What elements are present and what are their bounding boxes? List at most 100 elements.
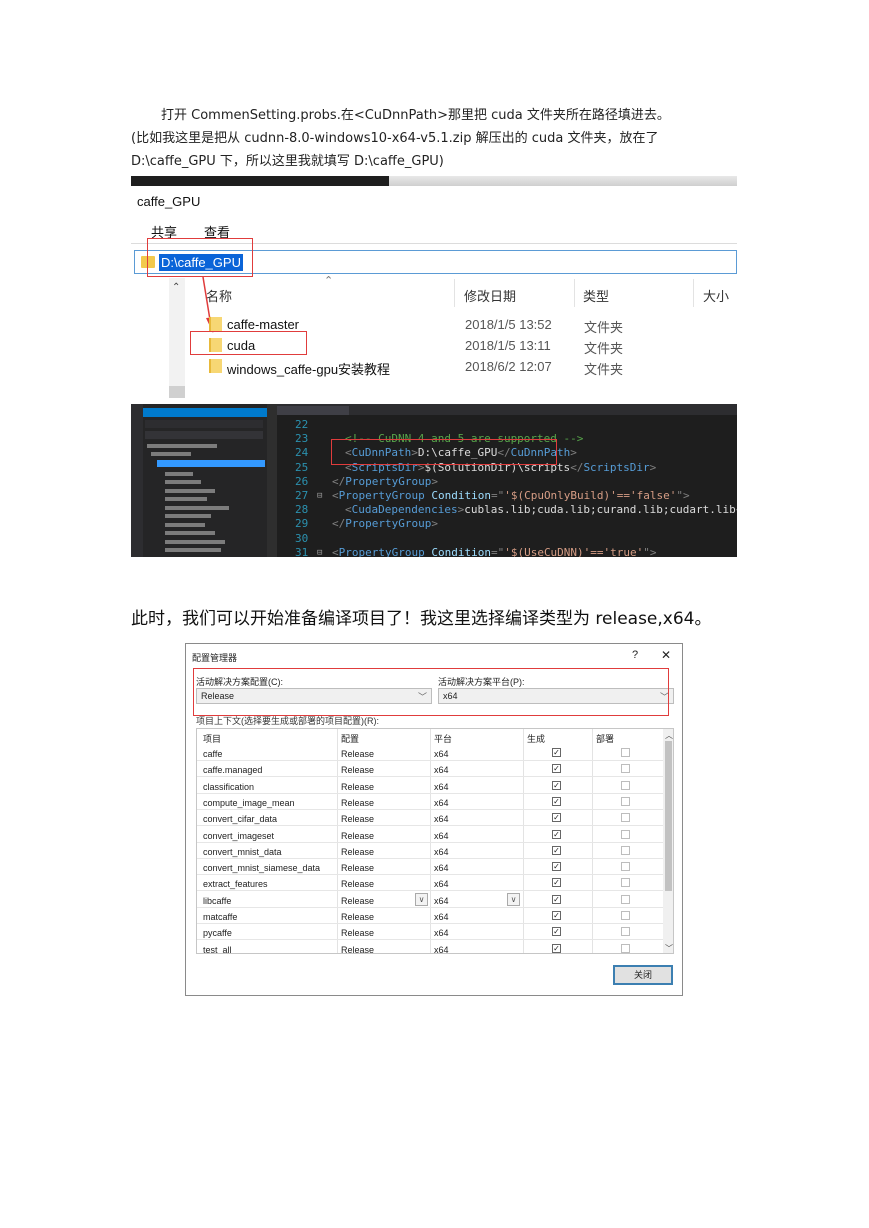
project-config[interactable]: Release xyxy=(341,798,374,808)
column-size[interactable]: 大小 xyxy=(703,286,729,305)
solution-explorer-tab[interactable] xyxy=(143,408,267,417)
project-platform[interactable]: x64 xyxy=(434,912,449,922)
build-checkbox[interactable]: ✓ xyxy=(552,927,561,937)
deploy-checkbox[interactable] xyxy=(621,764,630,774)
build-checkbox[interactable]: ✓ xyxy=(552,780,561,790)
project-row[interactable]: matcaffe Release x64 ✓ xyxy=(197,908,663,924)
project-platform[interactable]: x64 xyxy=(434,847,449,857)
tree-item[interactable] xyxy=(165,540,225,544)
chevron-down-icon[interactable]: ∨ xyxy=(415,892,428,906)
project-config[interactable]: Release xyxy=(341,765,374,775)
project-platform[interactable]: x64 xyxy=(434,863,449,873)
column-type[interactable]: 类型 xyxy=(583,286,609,305)
project-config[interactable]: Release xyxy=(341,831,374,841)
scroll-down-icon[interactable]: ﹀ xyxy=(665,943,673,953)
code-line[interactable]: <CudaDependencies>cublas.lib;cuda.lib;cu… xyxy=(345,503,737,516)
project-config[interactable]: Release xyxy=(341,928,374,938)
grid-scrollbar[interactable]: ︿ ﹀ xyxy=(663,729,673,953)
deploy-checkbox[interactable] xyxy=(621,943,630,953)
build-checkbox[interactable]: ✓ xyxy=(552,894,561,904)
project-row[interactable]: convert_imageset Release x64 ✓ xyxy=(197,827,663,843)
project-platform[interactable]: x64 xyxy=(434,879,449,889)
scroll-up-icon[interactable]: ⌃ xyxy=(172,282,180,293)
project-platform[interactable]: x64 xyxy=(434,945,449,953)
project-row[interactable]: test_all Release x64 ✓ xyxy=(197,941,663,953)
project-platform[interactable]: x64 xyxy=(434,814,449,824)
build-checkbox[interactable]: ✓ xyxy=(552,911,561,920)
project-platform[interactable]: x64 xyxy=(434,798,449,808)
project-config[interactable]: Release xyxy=(341,896,374,906)
deploy-checkbox[interactable] xyxy=(621,748,630,757)
tree-item[interactable] xyxy=(165,548,221,552)
deploy-checkbox[interactable] xyxy=(621,911,630,920)
build-checkbox[interactable]: ✓ xyxy=(552,845,561,855)
deploy-checkbox[interactable] xyxy=(621,829,630,839)
build-checkbox[interactable]: ✓ xyxy=(552,943,561,953)
project-row[interactable]: extract_features Release x64 ✓ xyxy=(197,875,663,892)
tree-item[interactable] xyxy=(165,472,193,476)
scroll-up-icon[interactable]: ︿ xyxy=(665,730,673,741)
code-line[interactable]: <PropertyGroup Condition="'$(UseCuDNN)'=… xyxy=(332,546,657,557)
project-config[interactable]: Release xyxy=(341,814,374,824)
project-row[interactable]: compute_image_mean Release x64 ✓ xyxy=(197,794,663,810)
build-checkbox[interactable]: ✓ xyxy=(552,829,561,839)
build-checkbox[interactable]: ✓ xyxy=(552,796,561,806)
collapse-icon[interactable]: ⊟ xyxy=(317,491,322,501)
build-checkbox[interactable]: ✓ xyxy=(552,764,561,774)
deploy-checkbox[interactable] xyxy=(621,862,630,872)
code-line[interactable]: </PropertyGroup> xyxy=(332,517,438,530)
panel-scrollbar[interactable] xyxy=(267,404,277,557)
project-row[interactable]: convert_mnist_siamese_data Release x64 ✓ xyxy=(197,859,663,876)
tree-item[interactable] xyxy=(165,497,207,501)
chevron-down-icon[interactable]: ∨ xyxy=(507,892,520,906)
project-config[interactable]: Release xyxy=(341,782,374,792)
tree-item[interactable] xyxy=(165,514,211,518)
tree-item[interactable] xyxy=(165,523,205,527)
project-config[interactable]: Release xyxy=(341,847,374,857)
deploy-checkbox[interactable] xyxy=(621,894,630,904)
close-button[interactable]: 关闭 xyxy=(613,965,673,985)
project-row[interactable]: pycaffe Release x64 ✓ xyxy=(197,924,663,941)
scroll-thumb[interactable] xyxy=(665,741,672,891)
project-row[interactable]: caffe Release x64 ✓ xyxy=(197,745,663,761)
project-row[interactable]: caffe.managed Release x64 ✓ xyxy=(197,761,663,778)
build-checkbox[interactable]: ✓ xyxy=(552,813,561,823)
project-config[interactable]: Release xyxy=(341,863,374,873)
deploy-checkbox[interactable] xyxy=(621,813,630,823)
project-platform[interactable]: x64 xyxy=(434,928,449,938)
project-platform[interactable]: x64 xyxy=(434,896,449,906)
deploy-checkbox[interactable] xyxy=(621,845,630,855)
editor-tab[interactable] xyxy=(277,406,349,415)
project-platform[interactable]: x64 xyxy=(434,782,449,792)
tree-item[interactable] xyxy=(165,506,229,510)
help-icon[interactable]: ? xyxy=(632,649,638,661)
project-row[interactable]: convert_cifar_data Release x64 ✓ xyxy=(197,810,663,827)
code-line[interactable]: </PropertyGroup> xyxy=(332,475,438,488)
build-checkbox[interactable]: ✓ xyxy=(552,862,561,872)
build-checkbox[interactable]: ✓ xyxy=(552,748,561,757)
close-icon[interactable]: ✕ xyxy=(661,648,671,662)
nav-scrollbar[interactable]: ⌃ xyxy=(169,278,185,398)
project-config[interactable]: Release xyxy=(341,879,374,889)
deploy-checkbox[interactable] xyxy=(621,878,630,888)
column-date[interactable]: 修改日期 xyxy=(464,286,516,305)
code-line[interactable]: <PropertyGroup Condition="'$(CpuOnlyBuil… xyxy=(332,489,690,502)
project-row[interactable]: libcaffe Release x64 ∨ ∨ ✓ xyxy=(197,892,663,908)
project-platform[interactable]: x64 xyxy=(434,831,449,841)
project-platform[interactable]: x64 xyxy=(434,765,449,775)
deploy-checkbox[interactable] xyxy=(621,927,630,937)
project-config[interactable]: Release xyxy=(341,749,374,759)
column-name[interactable]: 名称 xyxy=(206,286,232,305)
project-row[interactable]: classification Release x64 ✓ xyxy=(197,778,663,794)
build-checkbox[interactable]: ✓ xyxy=(552,878,561,888)
solution-explorer-toolbar[interactable] xyxy=(145,420,263,428)
tree-item[interactable] xyxy=(147,444,217,448)
collapse-icon[interactable]: ⊟ xyxy=(317,548,322,557)
project-platform[interactable]: x64 xyxy=(434,749,449,759)
deploy-checkbox[interactable] xyxy=(621,796,630,806)
tree-item[interactable] xyxy=(151,452,191,456)
project-config[interactable]: Release xyxy=(341,945,374,953)
tree-item[interactable] xyxy=(165,480,201,484)
deploy-checkbox[interactable] xyxy=(621,780,630,790)
solution-explorer-search[interactable] xyxy=(145,431,263,439)
